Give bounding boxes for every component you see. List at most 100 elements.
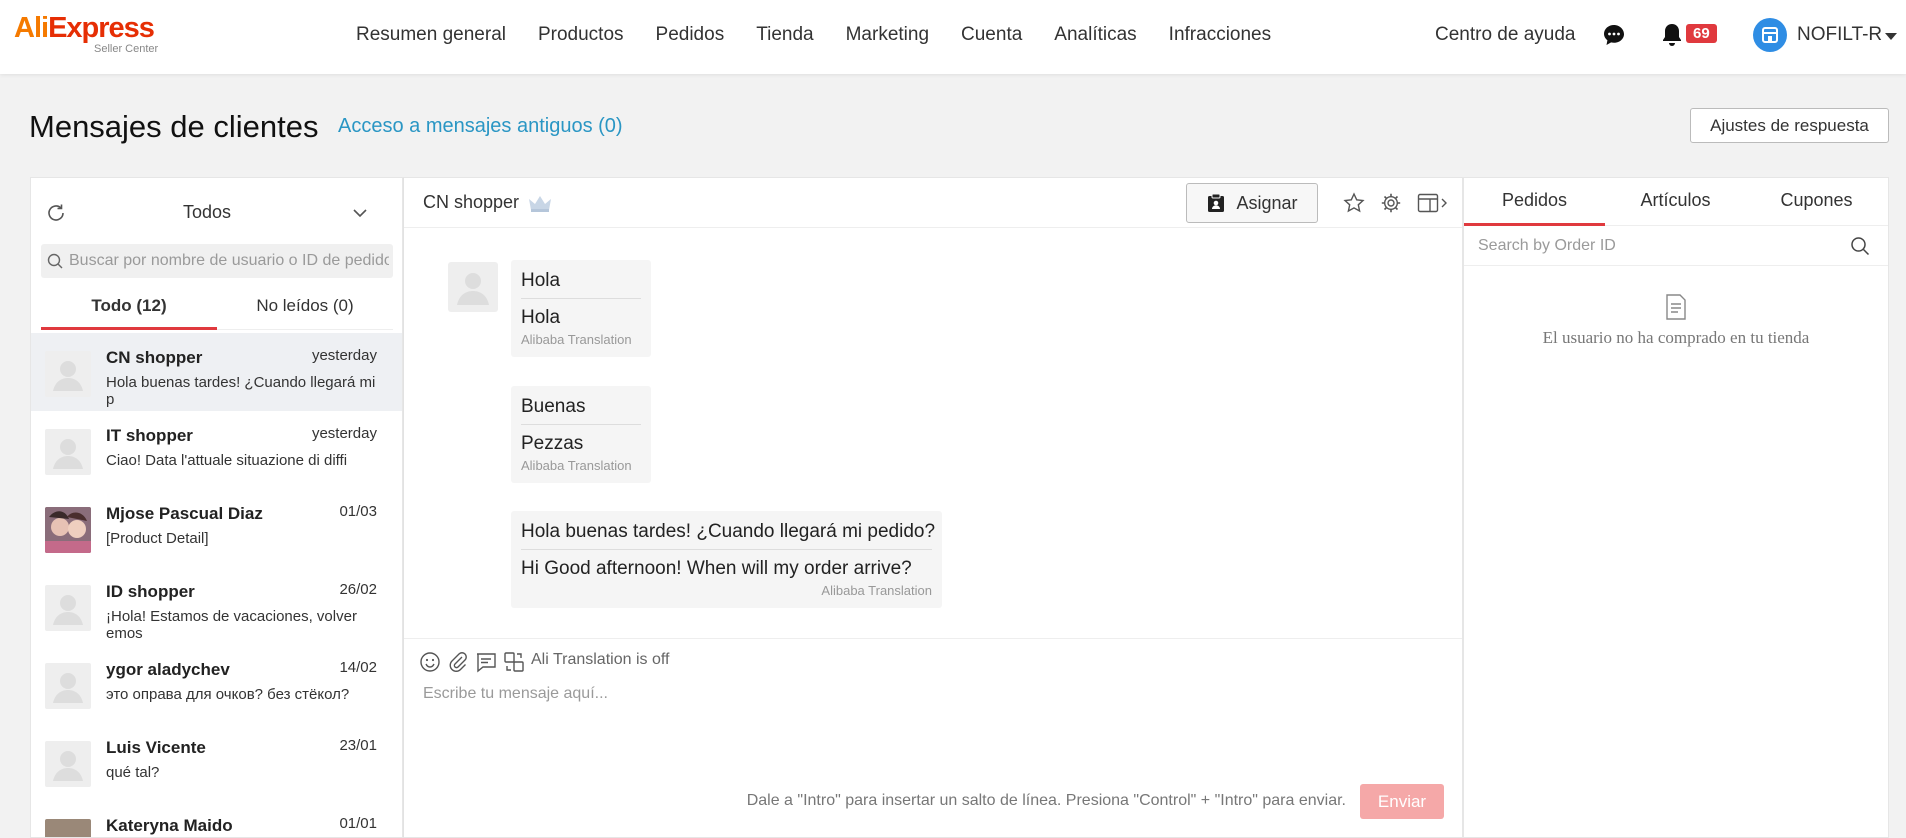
tab-coupons[interactable]: Cupones (1746, 190, 1887, 211)
nav-item-marketing[interactable]: Marketing (846, 24, 929, 46)
notification-bell-icon[interactable] (1660, 22, 1684, 48)
peer-avatar (448, 262, 498, 312)
conversation-name: Kateryna Maido (106, 816, 233, 835)
chat-bubble-icon[interactable] (1602, 23, 1626, 47)
message-composer: Ali Translation is off Dale a "Intro" pa… (404, 638, 1462, 838)
user-search-input[interactable] (69, 244, 389, 278)
nav-item-analiticas[interactable]: Analíticas (1054, 24, 1136, 46)
store-avatar-icon[interactable] (1753, 18, 1787, 52)
conversation-preview: ¡Hola! Estamos de vacaciones, volver emo… (106, 608, 357, 642)
tab-orders[interactable]: Pedidos (1464, 190, 1605, 211)
message-thread: Hola Hola Alibaba Translation Buenas Pez… (404, 229, 1462, 638)
tab-unread[interactable]: No leídos (0) (217, 292, 393, 330)
conversation-item[interactable]: CN shopper yesterday Hola buenas tardes!… (31, 333, 402, 411)
conversation-preview: [Product Detail] (106, 530, 209, 547)
old-messages-link[interactable]: Acceso a mensajes antiguos (0) (338, 115, 623, 138)
conversation-name: ID shopper (106, 582, 195, 601)
toggle-sidepanel-icon[interactable] (1417, 192, 1449, 214)
user-photo-avatar (45, 507, 91, 553)
gear-icon[interactable] (1380, 192, 1402, 214)
conversation-preview: Hola buenas tardes! ¿Cuando llegará mi p (106, 374, 376, 408)
assign-button-label: Asignar (1236, 192, 1298, 213)
conversation-time: 01/03 (339, 503, 377, 520)
emoji-icon[interactable] (419, 651, 441, 673)
translation-status[interactable]: Ali Translation is off (531, 651, 669, 669)
notification-count-badge: 69 (1686, 24, 1717, 43)
aliexpress-logo[interactable]: AliExpress Seller Center (14, 12, 158, 55)
conversation-filter-select[interactable]: Todos (183, 202, 231, 223)
conversation-tabs: Todo (12) No leídos (0) (41, 292, 393, 330)
search-icon[interactable] (1850, 236, 1870, 256)
message-original-text: Buenas (521, 386, 641, 425)
conversation-item[interactable]: Mjose Pascual Diaz 01/03 [Product Detail… (31, 489, 402, 567)
logo-express-text: Express (48, 12, 155, 44)
active-tab-indicator (41, 327, 217, 330)
nav-item-tienda[interactable]: Tienda (756, 24, 813, 46)
conversation-item[interactable]: Luis Vicente 23/01 qué tal? (31, 723, 402, 801)
message-original-text: Hola buenas tardes! ¿Cuando llegará mi p… (521, 511, 935, 550)
send-hint: Dale a "Intro" para insertar un salto de… (746, 792, 1346, 809)
main-nav: Resumen general Productos Pedidos Tienda… (356, 24, 1303, 46)
message-input[interactable] (423, 685, 1443, 775)
info-tabs: Pedidos Artículos Cupones (1464, 178, 1888, 226)
conversation-time: 23/01 (339, 737, 377, 754)
quick-reply-icon[interactable] (475, 651, 497, 673)
conversation-name: CN shopper (106, 348, 203, 367)
conversation-time: 26/02 (339, 581, 377, 598)
document-icon (1666, 294, 1686, 320)
conversation-item[interactable]: Kateryna Maido 01/01 (31, 801, 402, 837)
help-center-link[interactable]: Centro de ayuda (1435, 24, 1576, 46)
top-navbar: AliExpress Seller Center Resumen general… (0, 0, 1906, 74)
chat-panel: CN shopper Asignar Hola Hola Alibaba Tra… (403, 177, 1463, 838)
reply-settings-button[interactable]: Ajustes de respuesta (1690, 108, 1889, 143)
message-translated-text: Hi Good afternoon! When will my order ar… (521, 558, 912, 579)
tab-all[interactable]: Todo (12) (41, 292, 217, 330)
conversation-name: IT shopper (106, 426, 193, 445)
star-icon[interactable] (1343, 192, 1365, 214)
conversation-name: Mjose Pascual Diaz (106, 504, 263, 523)
user-avatar (45, 351, 91, 397)
translation-tag: Alibaba Translation (521, 458, 632, 473)
tab-items[interactable]: Artículos (1605, 190, 1746, 211)
order-search (1464, 226, 1888, 266)
conversation-time: yesterday (311, 347, 377, 364)
message-bubble: Buenas Pezzas Alibaba Translation (511, 386, 651, 483)
crown-icon (529, 196, 551, 212)
nav-item-pedidos[interactable]: Pedidos (656, 24, 725, 46)
user-photo-avatar (45, 819, 91, 837)
conversation-item[interactable]: IT shopper yesterday Ciao! Data l'attual… (31, 411, 402, 489)
nav-item-cuenta[interactable]: Cuenta (961, 24, 1022, 46)
nav-item-resumen[interactable]: Resumen general (356, 24, 506, 46)
send-button[interactable]: Enviar (1360, 784, 1444, 819)
message-translated-text: Hola (521, 307, 561, 328)
conversation-name: ygor aladychev (106, 660, 230, 679)
conversation-item[interactable]: ID shopper 26/02 ¡Hola! Estamos de vacac… (31, 567, 402, 645)
translation-tag: Alibaba Translation (521, 332, 632, 347)
assign-button[interactable]: Asignar (1186, 183, 1318, 223)
user-avatar (45, 585, 91, 631)
conversation-preview: Ciao! Data l'attuale situazione di diffi (106, 452, 348, 469)
message-translated-text: Pezzas (521, 433, 584, 454)
order-search-input[interactable] (1478, 226, 1848, 266)
refresh-icon[interactable] (45, 202, 67, 224)
user-avatar (45, 429, 91, 475)
conversation-preview: qué tal? (106, 764, 160, 781)
attachment-icon[interactable] (447, 651, 469, 673)
conversation-name: Luis Vicente (106, 738, 206, 757)
chevron-down-icon[interactable] (353, 206, 367, 220)
message-bubble: Hola buenas tardes! ¿Cuando llegará mi p… (511, 511, 942, 608)
assign-clipboard-icon (1208, 193, 1225, 212)
logo-ali-text: Ali (14, 12, 49, 44)
translate-icon[interactable] (503, 651, 525, 673)
user-search (41, 244, 393, 278)
conversation-list: CN shopper yesterday Hola buenas tardes!… (31, 333, 402, 837)
chat-peer-name: CN shopper (423, 192, 520, 212)
message-original-text: Hola (521, 260, 641, 299)
conversation-item[interactable]: ygor aladychev 14/02 это оправа для очко… (31, 645, 402, 723)
user-avatar (45, 741, 91, 787)
nav-item-infracciones[interactable]: Infracciones (1169, 24, 1271, 46)
account-dropdown-caret-icon[interactable] (1885, 33, 1897, 40)
conversation-time: yesterday (311, 425, 377, 442)
nav-item-productos[interactable]: Productos (538, 24, 624, 46)
account-name[interactable]: NOFILT-R (1797, 24, 1882, 46)
